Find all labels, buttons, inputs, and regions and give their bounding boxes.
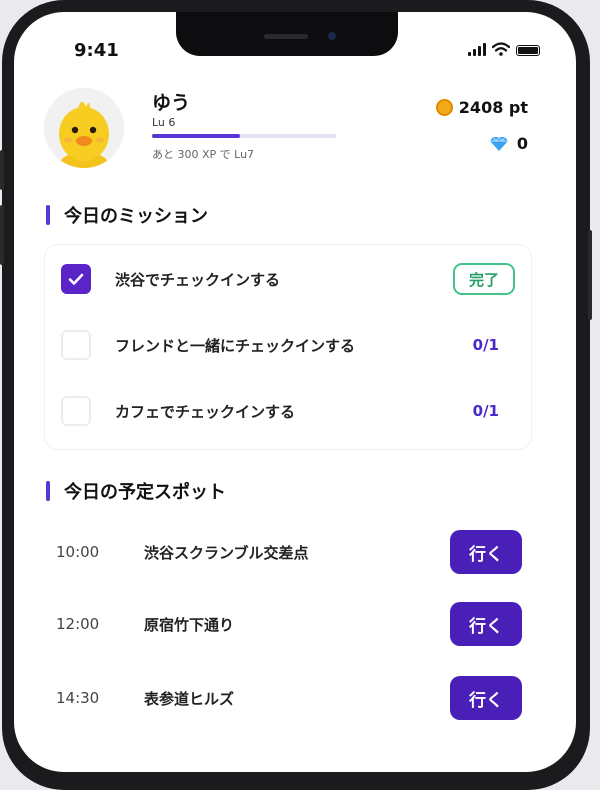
section-accent-bar [46, 481, 50, 501]
missions-card: 渋谷でチェックインする 完了 フレンドと一緒にチェックインする 0/1 カフェで… [44, 244, 532, 450]
mission-progress: 0/1 [472, 336, 499, 354]
spots-title: 今日の予定スポット [64, 482, 226, 503]
spot-row: 10:00 渋谷スクランブル交差点 行く [14, 528, 576, 576]
mission-complete-badge: 完了 [453, 263, 515, 295]
username: ゆう [152, 92, 191, 114]
status-time: 9:41 [74, 40, 119, 61]
go-button[interactable]: 行く [450, 602, 522, 646]
mission-progress: 0/1 [472, 402, 499, 420]
spot-time: 12:00 [56, 615, 100, 633]
mission-checkbox[interactable] [61, 330, 91, 360]
mission-label: 渋谷でチェックインする [115, 270, 281, 289]
spots-section-title: 今日の予定スポット [46, 478, 226, 504]
go-button[interactable]: 行く [450, 530, 522, 574]
wifi-icon [492, 42, 510, 56]
mission-checkbox-checked[interactable] [61, 264, 91, 294]
missions-title: 今日のミッション [64, 206, 208, 227]
side-button-left [0, 150, 4, 190]
mission-checkbox[interactable] [61, 396, 91, 426]
notch [176, 12, 398, 56]
signal-icon [468, 42, 486, 56]
mission-label: フレンドと一緒にチェックインする [115, 336, 356, 355]
spot-name: 原宿竹下通り [144, 615, 235, 634]
spot-row: 12:00 原宿竹下通り 行く [14, 600, 576, 648]
gems-value: 0 [516, 134, 528, 153]
gem-icon [489, 135, 508, 151]
gems-balance[interactable]: 0 [489, 134, 528, 153]
coin-icon [435, 99, 453, 116]
points-value: 2408 pt [458, 98, 528, 117]
app-screen: 9:41 ゆう Lu 6 あと 300 XP で Lu7 2408 pt 0 今… [14, 12, 576, 772]
status-icons [468, 42, 540, 56]
speaker-grille [264, 34, 308, 39]
xp-remaining-note: あと 300 XP で Lu7 [152, 148, 255, 161]
check-icon [68, 273, 84, 285]
spot-time: 14:30 [56, 689, 100, 707]
spot-row: 14:30 表参道ヒルズ 行く [14, 674, 576, 722]
mission-row[interactable]: カフェでチェックインする 0/1 [45, 381, 531, 441]
mission-row[interactable]: 渋谷でチェックインする 完了 [45, 249, 531, 309]
side-button-left-lower [0, 205, 4, 265]
spot-time: 10:00 [56, 543, 100, 561]
chick-avatar-icon [44, 88, 124, 168]
xp-progress-bar [152, 134, 336, 138]
front-camera [328, 32, 336, 40]
mission-label: カフェでチェックインする [115, 402, 296, 421]
mission-row[interactable]: フレンドと一緒にチェックインする 0/1 [45, 315, 531, 375]
go-button[interactable]: 行く [450, 676, 522, 720]
xp-progress-fill [152, 134, 241, 138]
missions-section-title: 今日のミッション [46, 202, 208, 228]
side-button-right [588, 230, 592, 320]
spot-name: 表参道ヒルズ [144, 689, 235, 708]
spot-name: 渋谷スクランブル交差点 [144, 543, 309, 562]
level-label: Lu 6 [152, 116, 176, 129]
battery-icon [516, 45, 540, 56]
avatar[interactable] [44, 88, 124, 168]
points-balance[interactable]: 2408 pt [435, 98, 528, 117]
section-accent-bar [46, 205, 50, 225]
